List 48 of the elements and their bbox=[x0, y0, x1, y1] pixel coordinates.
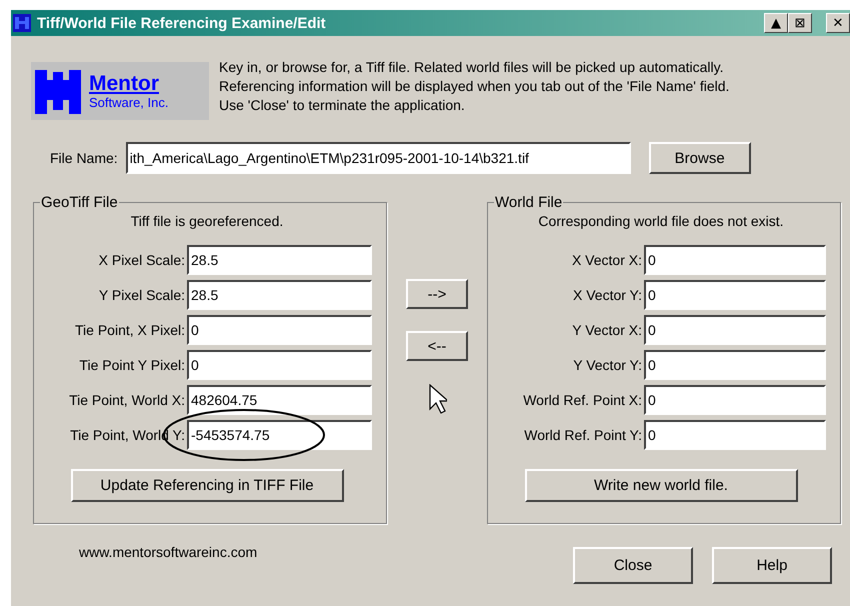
input-field[interactable]: 28.5 bbox=[187, 280, 372, 310]
field-label: File Name: bbox=[50, 150, 118, 166]
field-label: World Ref. Point X: bbox=[523, 392, 642, 408]
input-field[interactable]: 0 bbox=[644, 245, 826, 275]
cursor-icon bbox=[429, 384, 447, 414]
input-field[interactable]: 0 bbox=[644, 420, 826, 450]
field-label: X Pixel Scale: bbox=[98, 252, 185, 268]
field-label: Y Vector X: bbox=[572, 322, 642, 338]
website-text: www.mentorsoftwareinc.com bbox=[79, 544, 258, 560]
logo-subtitle: Software, Inc. bbox=[89, 95, 168, 110]
group-title: GeoTiff File bbox=[40, 194, 119, 211]
title-button[interactable]: ✕ bbox=[826, 13, 850, 33]
app-icon bbox=[13, 14, 31, 32]
instruction-text: Referencing information will be displayed when you tab out of the 'File Name' field. bbox=[219, 77, 730, 96]
input-field[interactable]: -5453574.75 bbox=[187, 420, 372, 450]
status-text: Tiff file is georeferenced. bbox=[130, 213, 284, 229]
field-label: Y Vector Y: bbox=[573, 357, 642, 373]
input-field[interactable]: 0 bbox=[187, 315, 372, 345]
title-button[interactable]: ▲ bbox=[764, 13, 788, 33]
copy-button[interactable]: --> bbox=[406, 279, 468, 309]
input-field[interactable]: 0 bbox=[644, 385, 826, 415]
instruction-text: Key in, or browse for, a Tiff file. Related world files will be picked up automatically. bbox=[219, 58, 724, 77]
file-name-field[interactable]: ith_America\Lago_Argentino\ETM\p231r095-2001-10-14\b321.tif bbox=[126, 142, 631, 174]
window-title: Tiff/World File Referencing Examine/Edit bbox=[37, 14, 327, 32]
field-label: Y Pixel Scale: bbox=[98, 287, 185, 303]
field-label: Tie Point, World X: bbox=[69, 392, 185, 408]
write-button[interactable]: Write new world file. bbox=[524, 469, 798, 502]
browse-button[interactable]: Browse bbox=[648, 142, 751, 174]
field-label: Tie Point Y Pixel: bbox=[79, 357, 185, 373]
input-field[interactable]: 0 bbox=[644, 350, 826, 380]
field-label: X Vector Y: bbox=[572, 287, 642, 303]
dialog-button[interactable]: Close bbox=[573, 547, 693, 584]
input-field[interactable]: 482604.75 bbox=[187, 385, 372, 415]
instruction-text: Use 'Close' to terminate the application. bbox=[219, 96, 466, 115]
update-button[interactable]: Update Referencing in TIFF File bbox=[70, 469, 344, 502]
dialog-button[interactable]: Help bbox=[712, 547, 832, 584]
logo-name: Mentor bbox=[89, 72, 160, 96]
input-field[interactable]: 0 bbox=[644, 315, 826, 345]
copy-button[interactable]: <-- bbox=[406, 331, 468, 361]
field-label: Tie Point, X Pixel: bbox=[75, 322, 185, 338]
input-field[interactable]: 0 bbox=[644, 280, 826, 310]
field-label: X Vector X: bbox=[572, 252, 642, 268]
status-text: Corresponding world file does not exist. bbox=[538, 213, 784, 229]
group-title: World File bbox=[494, 194, 564, 211]
input-field[interactable]: 28.5 bbox=[187, 245, 372, 275]
title-button[interactable]: ⊠ bbox=[788, 13, 812, 33]
field-label: World Ref. Point Y: bbox=[524, 427, 642, 443]
input-field[interactable]: 0 bbox=[187, 350, 372, 380]
